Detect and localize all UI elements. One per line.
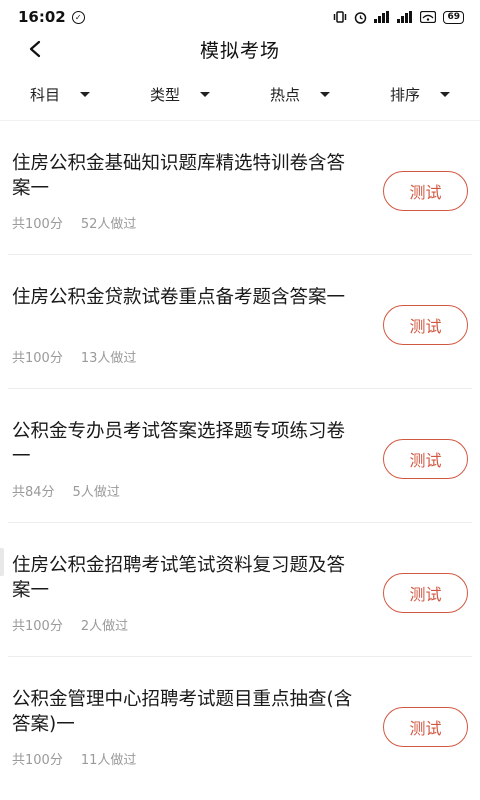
- exam-takers: 52人做过: [80, 217, 137, 232]
- check-circle-icon: ✓: [71, 10, 85, 24]
- filter-label: 热点: [269, 85, 300, 104]
- exam-meta: 共84分 5人做过: [12, 481, 120, 500]
- exam-takers: 11人做过: [80, 753, 137, 768]
- test-button[interactable]: 测试: [383, 305, 468, 345]
- edge-swipe-handle[interactable]: [0, 548, 4, 576]
- filter-subject[interactable]: 科目: [0, 70, 120, 118]
- alarm-icon: [354, 11, 367, 24]
- test-button[interactable]: 测试: [383, 573, 468, 613]
- status-right: 69: [333, 10, 464, 24]
- signal-icon: [397, 11, 413, 23]
- list-item[interactable]: 公积金专办员考试答案选择题专项练习卷一 共84分 5人做过 测试: [0, 389, 480, 523]
- filter-sort[interactable]: 排序: [360, 70, 480, 118]
- exam-score: 共100分: [12, 351, 63, 366]
- exam-meta: 共100分 2人做过: [12, 615, 128, 634]
- filter-bar: 科目 类型 热点 排序: [0, 70, 480, 118]
- battery-icon: 69: [443, 10, 464, 24]
- exam-list: 住房公积金基础知识题库精选特训卷含答案一 共100分 52人做过 测试 住房公积…: [0, 120, 480, 791]
- exam-score: 共100分: [12, 217, 63, 232]
- filter-hot[interactable]: 热点: [240, 70, 360, 118]
- exam-meta: 共100分 13人做过: [12, 347, 136, 366]
- status-bar: 16:02 ✓ 69: [0, 0, 480, 34]
- signal-icon: [374, 11, 390, 23]
- exam-takers: 13人做过: [80, 351, 137, 366]
- exam-title: 公积金管理中心招聘考试题目重点抽查(含答案)一: [12, 689, 353, 735]
- exam-score: 共100分: [12, 619, 63, 634]
- exam-title: 公积金专办员考试答案选择题专项练习卷一: [12, 421, 346, 467]
- exam-score: 共84分: [12, 485, 55, 500]
- exam-score: 共100分: [12, 753, 63, 768]
- exam-title: 住房公积金招聘考试笔试资料复习题及答案一: [12, 555, 346, 601]
- test-button[interactable]: 测试: [383, 171, 468, 211]
- vibrate-icon: [333, 11, 347, 23]
- caret-down-icon: [440, 91, 450, 97]
- exam-meta: 共100分 52人做过: [12, 213, 136, 232]
- filter-label: 排序: [389, 85, 420, 104]
- wifi-icon: [420, 11, 437, 23]
- caret-down-icon: [320, 91, 330, 97]
- list-item[interactable]: 住房公积金贷款试卷重点备考题含答案一 共100分 13人做过 测试: [0, 255, 480, 389]
- filter-label: 科目: [29, 85, 60, 104]
- back-button[interactable]: [22, 36, 48, 62]
- list-item[interactable]: 公积金管理中心招聘考试题目重点抽查(含答案)一 共100分 11人做过 测试: [0, 657, 480, 791]
- exam-meta: 共100分 11人做过: [12, 749, 136, 768]
- status-time: 16:02: [18, 8, 66, 26]
- app-header: 模拟考场: [0, 34, 480, 64]
- page-title: 模拟考场: [199, 39, 280, 62]
- status-left: 16:02 ✓: [18, 8, 85, 26]
- list-item[interactable]: 住房公积金招聘考试笔试资料复习题及答案一 共100分 2人做过 测试: [0, 523, 480, 657]
- exam-takers: 5人做过: [72, 485, 120, 500]
- test-button[interactable]: 测试: [383, 707, 468, 747]
- list-item[interactable]: 住房公积金基础知识题库精选特训卷含答案一 共100分 52人做过 测试: [0, 121, 480, 255]
- caret-down-icon: [200, 91, 210, 97]
- test-button[interactable]: 测试: [383, 439, 468, 479]
- filter-type[interactable]: 类型: [120, 70, 240, 118]
- chevron-left-icon: [29, 40, 41, 58]
- caret-down-icon: [80, 91, 90, 97]
- exam-title: 住房公积金贷款试卷重点备考题含答案一: [12, 287, 346, 308]
- exam-takers: 2人做过: [80, 619, 129, 634]
- filter-label: 类型: [149, 85, 180, 104]
- exam-title: 住房公积金基础知识题库精选特训卷含答案一: [12, 153, 346, 199]
